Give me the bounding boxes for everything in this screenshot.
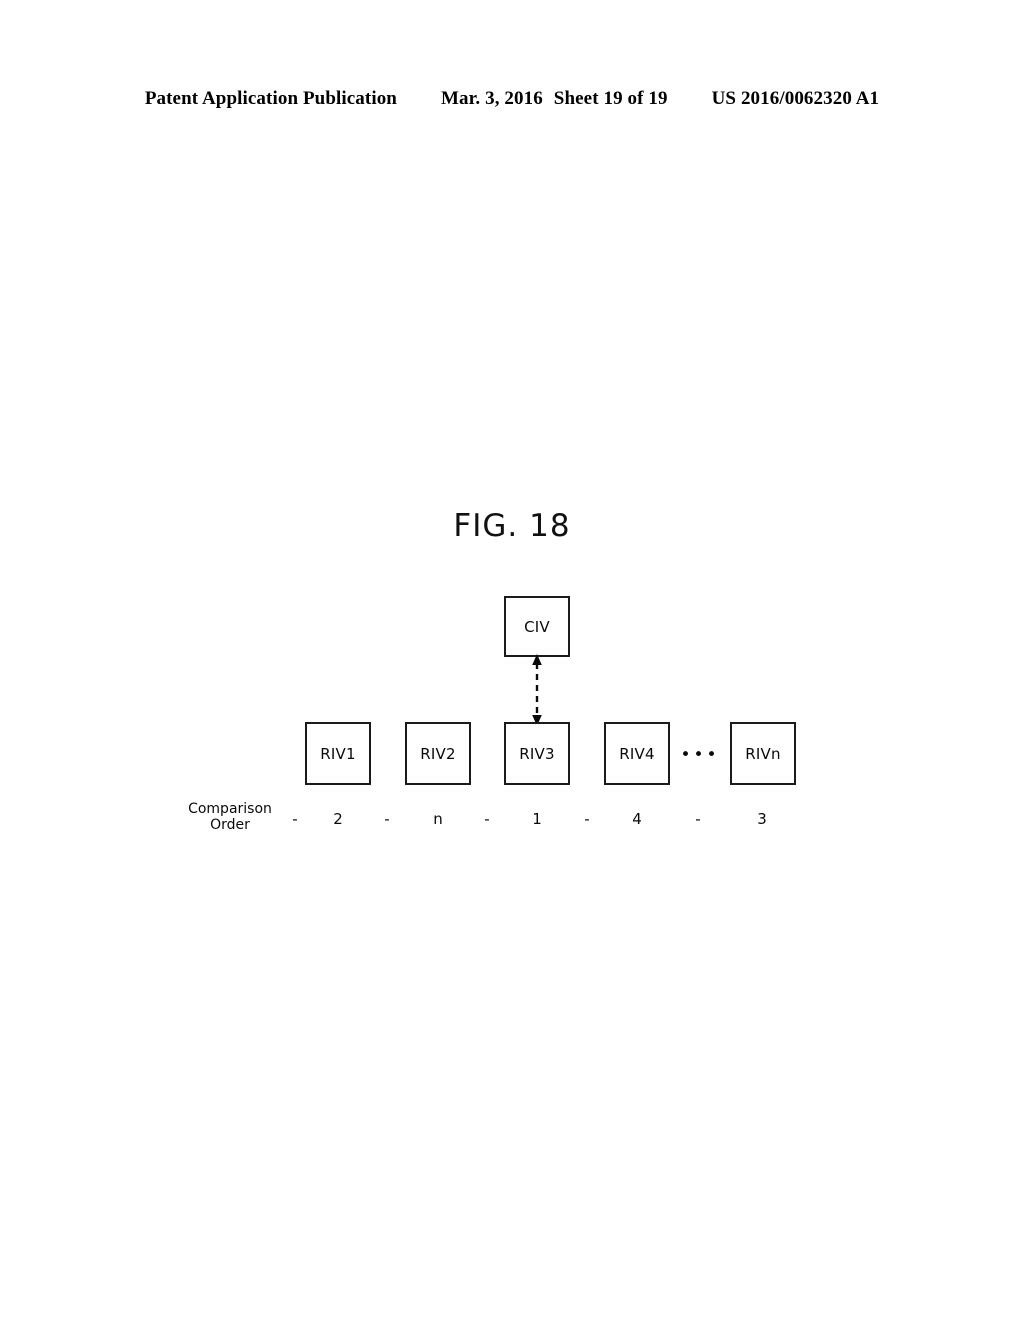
figure-diagram: CIV RIV1 RIV2 RIV3 RIV4 ••• RIVn Compari… — [0, 0, 1024, 1320]
node-rivn-label: RIVn — [745, 744, 781, 763]
comparison-order-dash: - — [384, 810, 390, 828]
comparison-order-dash: - — [695, 810, 701, 828]
comparison-order-dash: - — [484, 810, 490, 828]
node-riv1: RIV1 — [305, 722, 371, 785]
comparison-order-value-riv3: 1 — [532, 810, 542, 828]
comparison-order-value-riv1: 2 — [333, 810, 343, 828]
comparison-order-dash: - — [292, 810, 298, 828]
comparison-order-value-riv2: n — [433, 810, 443, 828]
node-rivn: RIVn — [730, 722, 796, 785]
comparison-order-label: Comparison Order — [178, 801, 282, 833]
node-riv3-label: RIV3 — [519, 744, 555, 763]
comparison-order-label-line2: Order — [210, 817, 250, 833]
node-civ-label: CIV — [524, 617, 550, 636]
node-civ: CIV — [504, 596, 570, 657]
ellipsis-icon: ••• — [680, 745, 720, 765]
comparison-order-value-riv4: 4 — [632, 810, 642, 828]
dashed-double-arrow-civ-riv3 — [532, 654, 542, 726]
node-riv4: RIV4 — [604, 722, 670, 785]
comparison-order-value-rivn: 3 — [757, 810, 767, 828]
comparison-order-label-line1: Comparison — [188, 801, 272, 817]
node-riv4-label: RIV4 — [619, 744, 655, 763]
node-riv2: RIV2 — [405, 722, 471, 785]
comparison-order-dash: - — [584, 810, 590, 828]
node-riv1-label: RIV1 — [320, 744, 356, 763]
node-riv3: RIV3 — [504, 722, 570, 785]
node-riv2-label: RIV2 — [420, 744, 456, 763]
